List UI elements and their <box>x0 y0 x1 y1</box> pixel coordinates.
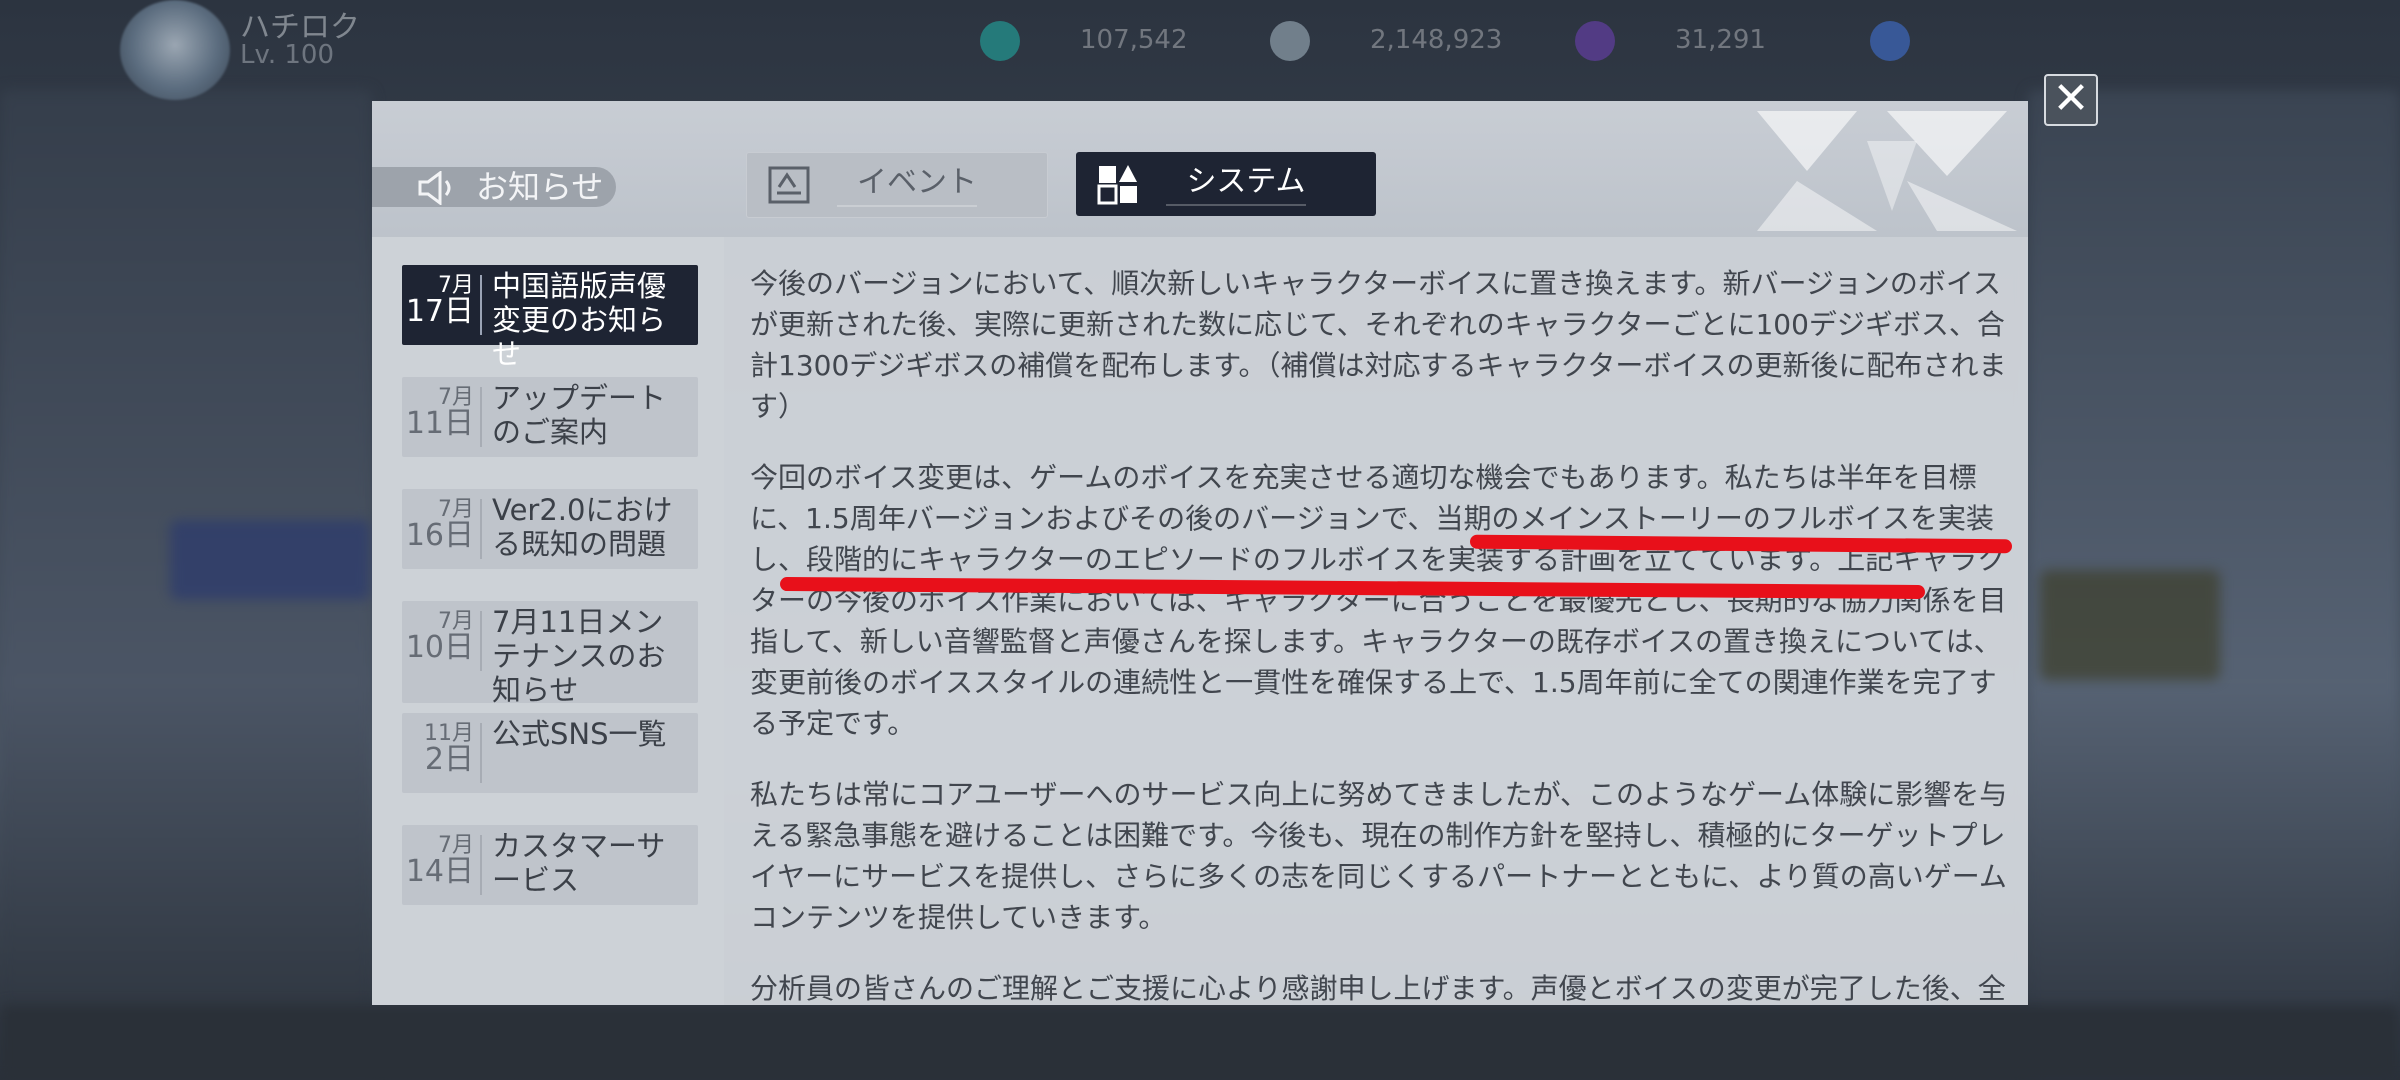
content-paragraph: 今後のバージョンにおいて、順次新しいキャラクターボイスに置き換えます。新バージョ… <box>750 267 2007 423</box>
crystal-icon <box>1575 20 1615 61</box>
notice-list-item[interactable]: 7月 14日 カスタマーサービス <box>402 825 698 905</box>
background-bottom <box>0 1005 2400 1080</box>
notice-list: 7月 17日 中国語版声優変更のお知らせ 7月 11日 アップデートのご案内 7月 1… <box>372 237 724 1005</box>
divider <box>480 611 482 671</box>
resource-1-value: 107,542 <box>1080 25 1188 55</box>
notice-date: 7月 17日 <box>405 273 474 329</box>
notice-label-text: お知らせ <box>476 168 604 206</box>
notice-list-item[interactable]: 11月 2日 公式SNS一覧 <box>402 713 698 793</box>
player-avatar[interactable] <box>120 0 230 100</box>
notice-date: 11月 2日 <box>424 721 474 777</box>
notice-list-item[interactable]: 7月 11日 アップデートのご案内 <box>402 377 698 457</box>
content-paragraph: 私たちは常にコアユーザーへのサービス向上に努めてきましたが、このようなゲーム体験… <box>750 778 2008 934</box>
resource-1[interactable]: 107,542 <box>980 18 1188 62</box>
notice-title: Ver2.0における既知の問題 <box>492 493 673 561</box>
notice-date: 7月 10日 <box>405 609 474 665</box>
tab-underline <box>837 205 977 207</box>
notice-date: 7月 11日 <box>405 385 474 441</box>
divider <box>480 387 482 447</box>
notice-title: アップデートのご案内 <box>492 381 667 449</box>
tab-underline <box>1166 204 1306 206</box>
notice-list-item[interactable]: 7月 16日 Ver2.0における既知の問題 <box>402 489 698 569</box>
tab-event[interactable]: イベント <box>746 152 1048 218</box>
logo-decoration-icon <box>1757 111 2017 231</box>
tab-system[interactable]: システム <box>1076 152 1376 216</box>
resource-2-value: 2,148,923 <box>1370 25 1503 55</box>
token-icon <box>1870 20 1910 61</box>
speaker-icon <box>418 171 451 205</box>
divider <box>480 499 482 559</box>
notice-title: 7月11日メンテナンスのお知らせ <box>492 605 666 707</box>
notice-label: お知らせ <box>372 167 616 207</box>
tab-system-label: システム <box>1186 164 1306 199</box>
content-paragraph: 分析員の皆さんのご理解とご支援に心より感謝申し上げます。声優とボイスの変更が完了… <box>750 972 2006 1005</box>
resource-4[interactable] <box>1870 18 1970 62</box>
resource-3-value: 31,291 <box>1675 25 1766 55</box>
notice-date: 7月 14日 <box>405 833 474 889</box>
notice-title: カスタマーサービス <box>492 829 666 897</box>
divider <box>480 723 482 783</box>
notice-date: 7月 16日 <box>405 497 474 553</box>
close-icon: ✕ <box>2052 73 2090 124</box>
notice-panel: お知らせ イベント システム 7月 17日 中国語版声優変更のお知らせ 7月 1… <box>372 101 2028 1005</box>
resource-3[interactable]: 31,291 <box>1575 18 1766 62</box>
tab-event-label: イベント <box>857 165 977 200</box>
notice-list-item[interactable]: 7月 10日 7月11日メンテナンスのお知らせ <box>402 601 698 707</box>
background-banner <box>2040 570 2220 680</box>
coin-icon <box>1270 20 1310 61</box>
divider <box>480 835 482 895</box>
player-level: Lv. 100 <box>240 40 335 70</box>
notice-title: 公式SNS一覧 <box>492 717 667 751</box>
notice-list-item[interactable]: 7月 17日 中国語版声優変更のお知らせ <box>402 265 698 371</box>
background-banner <box>170 520 370 600</box>
content-paragraph: 今回のボイス変更は、ゲームのボイスを充実させる適切な機会でもあります。私たちは半… <box>750 461 2007 740</box>
panel-header: お知らせ イベント システム <box>372 101 2028 237</box>
divider <box>480 275 482 335</box>
notice-content[interactable]: 今後のバージョンにおいて、順次新しいキャラクターボイスに置き換えます。新バージョ… <box>750 263 2020 1005</box>
resource-2[interactable]: 2,148,923 <box>1270 18 1502 62</box>
gem-icon <box>980 20 1020 61</box>
top-bar: ハチロク Lv. 100 107,542 2,148,923 31,291 <box>0 0 2400 100</box>
notice-title: 中国語版声優変更のお知らせ <box>492 269 667 371</box>
close-button[interactable]: ✕ <box>2044 74 2098 126</box>
